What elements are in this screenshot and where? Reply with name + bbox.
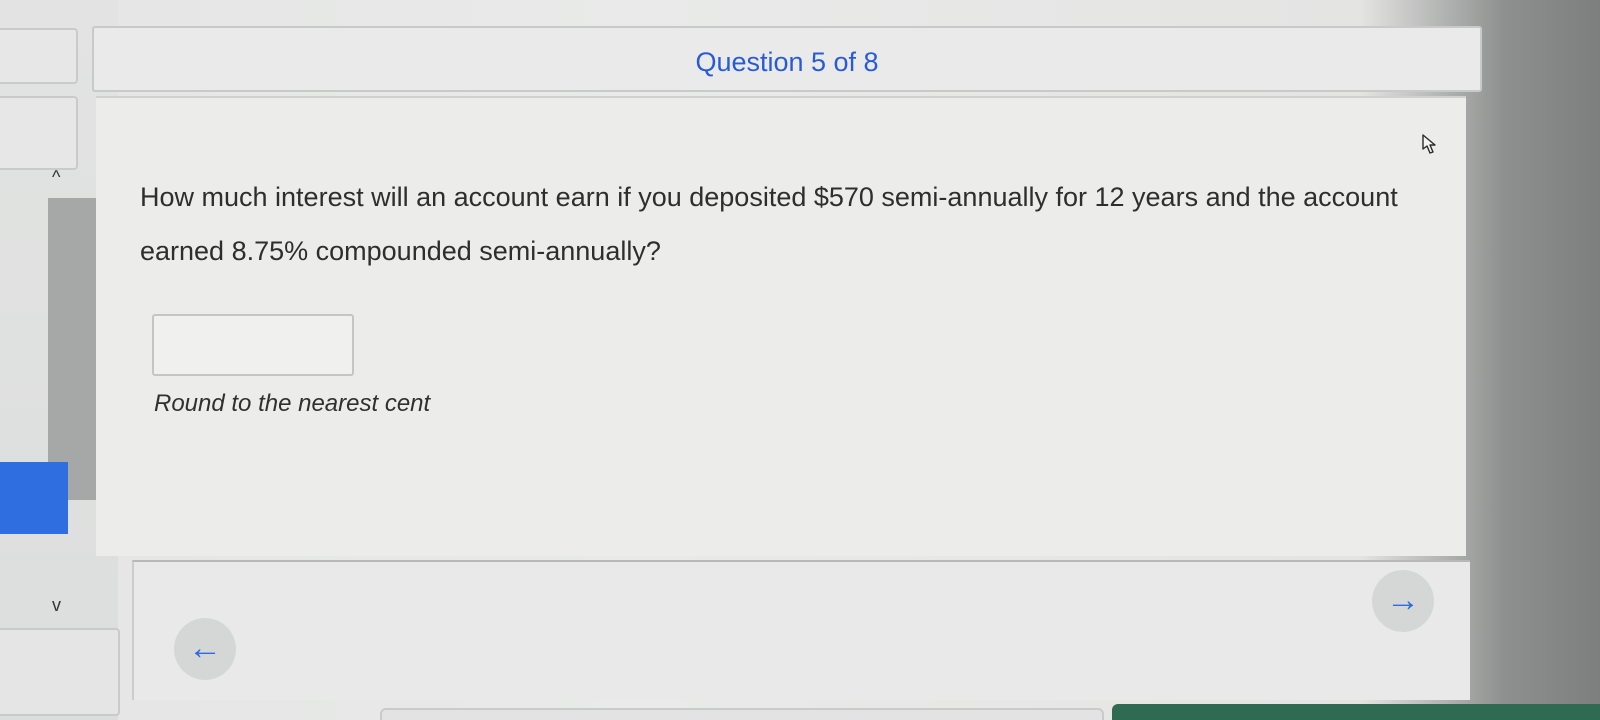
rounding-hint: Round to the nearest cent	[154, 390, 431, 417]
question-list-item[interactable]	[0, 628, 120, 716]
question-list-item[interactable]	[0, 28, 78, 84]
screen: ^ v Question 5 of 8 How much interest wi…	[0, 0, 1600, 720]
question-text: How much interest will an account earn i…	[140, 182, 1398, 266]
current-question-item[interactable]	[0, 462, 68, 534]
arrow-left-icon: ←	[188, 629, 222, 667]
secondary-action-button[interactable]	[380, 708, 1104, 720]
mouse-pointer-icon	[1422, 134, 1436, 154]
scroll-up-icon[interactable]: ^	[52, 168, 60, 186]
answer-input[interactable]	[152, 314, 354, 376]
question-navigation: → ←	[132, 560, 1470, 700]
previous-question-button[interactable]: ←	[174, 618, 236, 680]
question-header: Question 5 of 8	[92, 26, 1482, 92]
question-card: How much interest will an account earn i…	[96, 96, 1466, 556]
scroll-down-icon[interactable]: v	[52, 596, 61, 614]
next-question-button[interactable]: →	[1372, 570, 1434, 632]
question-list-scrollbar[interactable]	[48, 198, 100, 500]
question-counter: Question 5 of 8	[695, 47, 879, 77]
submit-button[interactable]	[1112, 704, 1600, 720]
arrow-right-icon: →	[1386, 581, 1420, 619]
question-list-item[interactable]	[0, 96, 78, 170]
